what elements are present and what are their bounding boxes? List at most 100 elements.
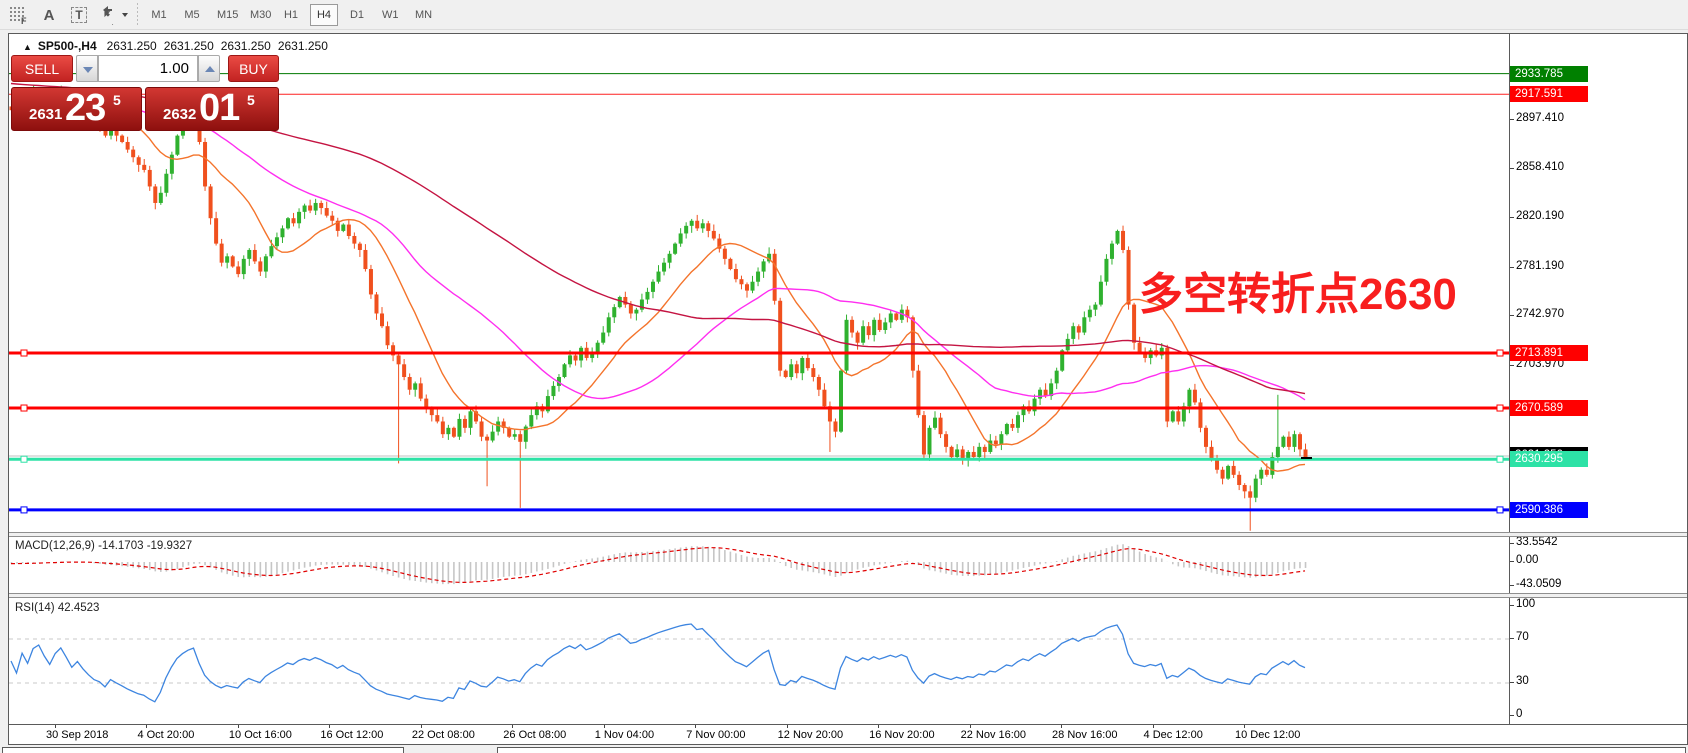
hline-handle[interactable] (1496, 455, 1504, 463)
bid-point: 5 (113, 92, 121, 108)
timeframe-H1[interactable]: H1 (277, 4, 305, 26)
bid-handle: 2631 (29, 106, 63, 123)
price-tick-2820.190: 2820.190 (1510, 209, 1564, 222)
time-label: 1 Nov 04:00 (594, 729, 655, 741)
time-tick (786, 725, 788, 728)
macd-indicator-label: MACD(12,26,9) -14.1703 -19.9327 (15, 540, 193, 552)
level-badge-2713.891: 2713.891 (1510, 345, 1588, 361)
ask-price-box[interactable]: 2632 01 5 (145, 87, 279, 131)
timeframe-M5[interactable]: M5 (178, 4, 206, 26)
volume-increase-button[interactable] (198, 55, 220, 82)
time-tick (329, 725, 331, 728)
sell-button[interactable]: SELL (11, 55, 73, 82)
rsi-tick-70: 70 (1510, 631, 1529, 643)
price-tick-2897.410: 2897.410 (1510, 111, 1564, 124)
time-label: 30 Sep 2018 (46, 729, 109, 741)
time-tick (420, 725, 422, 728)
volume-decrease-button[interactable] (76, 55, 98, 82)
time-label: 7 Nov 00:00 (686, 729, 746, 741)
time-label: 12 Nov 20:00 (777, 729, 844, 741)
volume-input[interactable] (98, 55, 198, 82)
toolbar: F A T M1 M5 M15 M30 H1 H4 D1 W1 MN (0, 0, 1688, 30)
time-axis[interactable]: 30 Sep 2018 4 Oct 20:00 10 Oct 16:00 16 Oct… (9, 725, 1687, 744)
time-label: 26 Oct 08:00 (503, 729, 567, 741)
docked-windows-edge (0, 746, 1688, 753)
ask-handle: 2632 (163, 106, 197, 123)
down-arrow-icon (83, 67, 93, 73)
price-tick-2742.970: 2742.970 (1510, 308, 1564, 321)
macd-pane-separator[interactable] (9, 532, 1687, 537)
time-tick (603, 725, 605, 728)
hline-handle[interactable] (1496, 349, 1504, 357)
close-value: 2631.250 (277, 39, 328, 53)
time-label: 28 Nov 16:00 (1052, 729, 1118, 741)
dropdown-caret-icon (122, 13, 128, 17)
time-label: 10 Dec 12:00 (1234, 729, 1301, 741)
time-label: 10 Oct 16:00 (228, 729, 292, 741)
fibonacci-icon: F (10, 7, 27, 25)
hline-handle[interactable] (1496, 506, 1504, 514)
text-label-tool[interactable]: A (36, 3, 62, 27)
rsi-tick-100: 100 (1509, 598, 1536, 610)
arrows-tool[interactable] (96, 3, 130, 27)
low-value: 2631.250 (220, 39, 271, 53)
collapse-triangle-icon[interactable]: ▲ (23, 42, 32, 52)
time-tick (55, 725, 56, 728)
level-badge-2590.386: 2590.386 (1510, 501, 1588, 518)
hline-handle[interactable] (20, 506, 28, 514)
price-tick-2781.190: 2781.190 (1510, 259, 1564, 272)
svg-text:F: F (21, 16, 27, 25)
toolbar-separator (137, 3, 138, 27)
macd-tick--43.0509: -43.0509 (1509, 577, 1562, 590)
chart-canvas[interactable] (9, 34, 1687, 744)
timeframe-H4[interactable]: H4 (310, 4, 338, 26)
level-badge-2917.591: 2917.591 (1510, 86, 1588, 103)
macd-tick-33.5542: 33.5542 (1510, 535, 1558, 548)
arrows-icon (103, 6, 128, 25)
time-label: 4 Dec 12:00 (1143, 729, 1203, 741)
hline-handle[interactable] (20, 404, 28, 412)
price-axis[interactable]: 2897.410 2858.410 2820.190 2781.190 2742.970… (1509, 34, 1687, 724)
timeframe-M15[interactable]: M15 (211, 4, 244, 26)
hline-handle[interactable] (1496, 404, 1504, 412)
hline-handle[interactable] (20, 455, 28, 463)
dock-box-left (2, 747, 404, 753)
time-tick (1243, 725, 1245, 728)
level-badge-2630.295: 2630.295 (1510, 451, 1588, 468)
hline-handle[interactable] (20, 349, 28, 357)
chart-annotation-text: 多空转折点2630 (1139, 270, 1457, 319)
timeframe-M1[interactable]: M1 (145, 4, 173, 26)
rsi-pane-separator[interactable] (9, 593, 1687, 598)
timeframe-W1[interactable]: W1 (376, 4, 405, 26)
text-label-icon: A (43, 6, 55, 24)
timeframe-M30[interactable]: M30 (244, 4, 277, 26)
level-badge-2670.589: 2670.589 (1510, 400, 1588, 417)
high-value: 2631.250 (163, 39, 214, 53)
symbol-period-label: SP500-,H4 (37, 39, 97, 53)
one-click-trading-panel: SELL BUY 2631 23 5 2632 01 5 (11, 55, 279, 131)
text-box-tool[interactable]: T (66, 3, 92, 27)
bid-pips: 23 (65, 87, 106, 129)
macd-tick-0.00: 0.00 (1509, 554, 1539, 566)
time-label: 16 Nov 20:00 (869, 729, 935, 741)
time-label: 22 Oct 08:00 (411, 729, 475, 741)
bid-price-box[interactable]: 2631 23 5 (11, 87, 142, 131)
time-tick (878, 725, 880, 728)
time-tick (695, 725, 697, 728)
dock-box-right (497, 747, 1686, 753)
buy-button[interactable]: BUY (228, 55, 279, 82)
ask-pips: 01 (199, 87, 240, 129)
ask-point: 5 (247, 92, 255, 108)
macd-main-value: -14.1703 (98, 540, 144, 552)
candles-layer (9, 84, 1308, 531)
rsi-tick-0: 0 (1509, 708, 1523, 720)
rsi-value: 42.4523 (57, 602, 100, 614)
fibonacci-tool-icon[interactable]: F (6, 3, 32, 27)
mt4-platform: F A T M1 M5 M15 M30 H1 H4 D1 W1 MN ▲ SP500-, (0, 0, 1688, 753)
timeframe-MN[interactable]: MN (409, 4, 438, 26)
time-tick (1061, 725, 1063, 728)
chart-window: ▲ SP500-,H4 2631.250 2631.250 2631.250 2631.2… (8, 33, 1688, 745)
up-arrow-icon (205, 66, 215, 72)
timeframe-D1[interactable]: D1 (343, 4, 371, 26)
rsi-indicator-label: RSI(14) 42.4523 (15, 602, 100, 614)
